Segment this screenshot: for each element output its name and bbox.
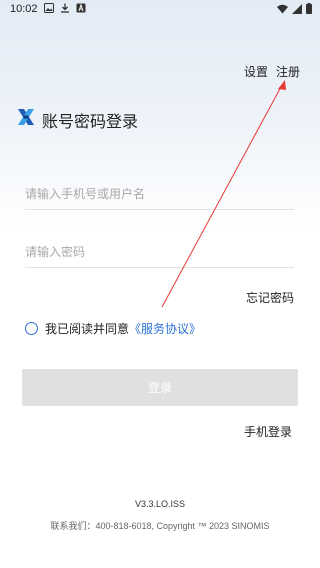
signal-icon bbox=[292, 3, 302, 14]
status-system-icons bbox=[277, 3, 312, 14]
page-title: 账号密码登录 bbox=[42, 113, 139, 131]
annotation-arrow-icon bbox=[161, 80, 286, 308]
login-button[interactable]: 登录 bbox=[22, 369, 298, 406]
register-link[interactable]: 注册 bbox=[276, 63, 300, 80]
version-text: V3.3.LO.ISS bbox=[134, 499, 186, 509]
battery-icon bbox=[306, 3, 312, 14]
password-field bbox=[25, 237, 294, 268]
contact-text: 联系我们：400-818-6018, Copyright ™ 2023 SINO… bbox=[50, 521, 270, 531]
wifi-icon bbox=[277, 4, 288, 14]
status-time: 10:02 bbox=[10, 3, 38, 15]
password-input[interactable] bbox=[25, 237, 294, 267]
agreement-row: 我已阅读并同意 《服务协议》 bbox=[25, 320, 201, 337]
download-icon bbox=[60, 3, 70, 13]
image-icon bbox=[44, 3, 54, 13]
status-bar: 10:02 bbox=[0, 0, 320, 20]
login-header: 账号密码登录 bbox=[16, 107, 138, 132]
app-logo-icon bbox=[16, 107, 36, 132]
settings-link[interactable]: 设置 bbox=[244, 63, 268, 80]
agree-radio[interactable] bbox=[25, 322, 38, 335]
agree-text: 我已阅读并同意 bbox=[45, 322, 130, 336]
status-notification-icons bbox=[44, 3, 86, 13]
font-icon bbox=[76, 3, 86, 13]
top-links: 设置 注册 bbox=[244, 63, 300, 80]
service-agreement-link[interactable]: 《服务协议》 bbox=[129, 320, 201, 337]
forgot-password-link[interactable]: 忘记密码 bbox=[246, 289, 294, 306]
username-field bbox=[25, 179, 294, 210]
username-input[interactable] bbox=[25, 179, 294, 209]
phone-login-link[interactable]: 手机登录 bbox=[244, 423, 292, 440]
